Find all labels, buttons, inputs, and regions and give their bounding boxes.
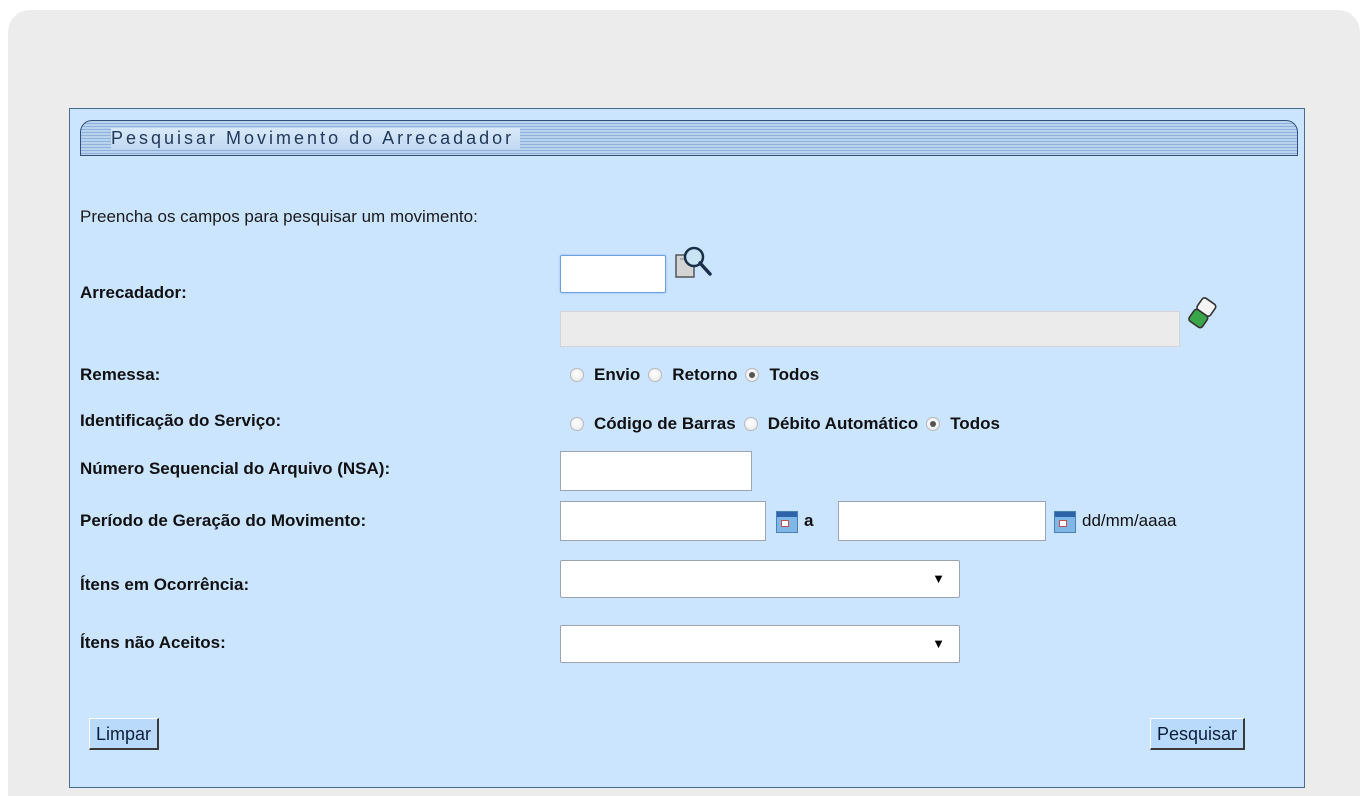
- arrecadador-description-field: [560, 311, 1180, 347]
- pesquisar-button[interactable]: Pesquisar: [1150, 718, 1246, 750]
- identificacao-radio-debito-automatico[interactable]: [743, 417, 758, 431]
- nsa-label: Número Sequencial do Arquivo (NSA):: [80, 459, 391, 478]
- itens-ocorrencia-select[interactable]: ▼: [560, 560, 960, 598]
- magnifier-search-icon[interactable]: [674, 243, 716, 285]
- remessa-radio-todos[interactable]: [745, 368, 760, 382]
- panel-title-bar: Pesquisar Movimento do Arrecadador: [80, 120, 1298, 156]
- itens-nao-aceitos-select[interactable]: ▼: [560, 625, 960, 663]
- identificacao-option-todos: Todos: [950, 414, 1000, 433]
- panel-title: Pesquisar Movimento do Arrecadador: [111, 128, 521, 149]
- calendar-icon[interactable]: [776, 511, 798, 533]
- remessa-option-retorno: Retorno: [672, 365, 738, 384]
- arrecadador-label: Arrecadador:: [80, 283, 187, 302]
- remessa-label: Remessa:: [80, 365, 161, 384]
- itens-nao-aceitos-label: Ítens não Aceitos:: [80, 633, 226, 652]
- chevron-down-icon: ▼: [932, 571, 945, 586]
- nsa-input[interactable]: [560, 451, 752, 491]
- remessa-option-envio: Envio: [594, 365, 641, 384]
- chevron-down-icon: ▼: [932, 636, 945, 651]
- periodo-start-input[interactable]: [560, 501, 766, 541]
- remessa-radio-group: Envio Retorno Todos: [570, 365, 827, 385]
- identificacao-radio-todos[interactable]: [926, 417, 941, 431]
- remessa-radio-envio[interactable]: [570, 368, 584, 382]
- identificacao-label: Identificação do Serviço:: [80, 411, 282, 430]
- identificacao-radio-codigo-barras[interactable]: [570, 417, 584, 431]
- itens-ocorrencia-label: Ítens em Ocorrência:: [80, 575, 250, 594]
- arrecadador-code-input[interactable]: [560, 255, 666, 293]
- identificacao-option-codigo-barras: Código de Barras: [594, 414, 736, 433]
- remessa-radio-retorno[interactable]: [648, 368, 663, 382]
- remessa-option-todos: Todos: [769, 365, 820, 384]
- identificacao-option-debito-automatico: Débito Automático: [767, 414, 919, 433]
- limpar-button[interactable]: Limpar: [89, 718, 160, 750]
- intro-text: Preencha os campos para pesquisar um mov…: [80, 207, 478, 226]
- periodo-end-input[interactable]: [838, 501, 1046, 541]
- eraser-icon[interactable]: [1184, 295, 1220, 335]
- periodo-separator: a: [804, 511, 814, 530]
- calendar-icon[interactable]: [1054, 511, 1076, 533]
- date-format-hint: dd/mm/aaaa: [1082, 511, 1177, 530]
- identificacao-radio-group: Código de Barras Débito Automático Todos: [570, 414, 1008, 434]
- search-panel: Pesquisar Movimento do Arrecadador Preen…: [69, 108, 1305, 788]
- periodo-label: Período de Geração do Movimento:: [80, 511, 367, 530]
